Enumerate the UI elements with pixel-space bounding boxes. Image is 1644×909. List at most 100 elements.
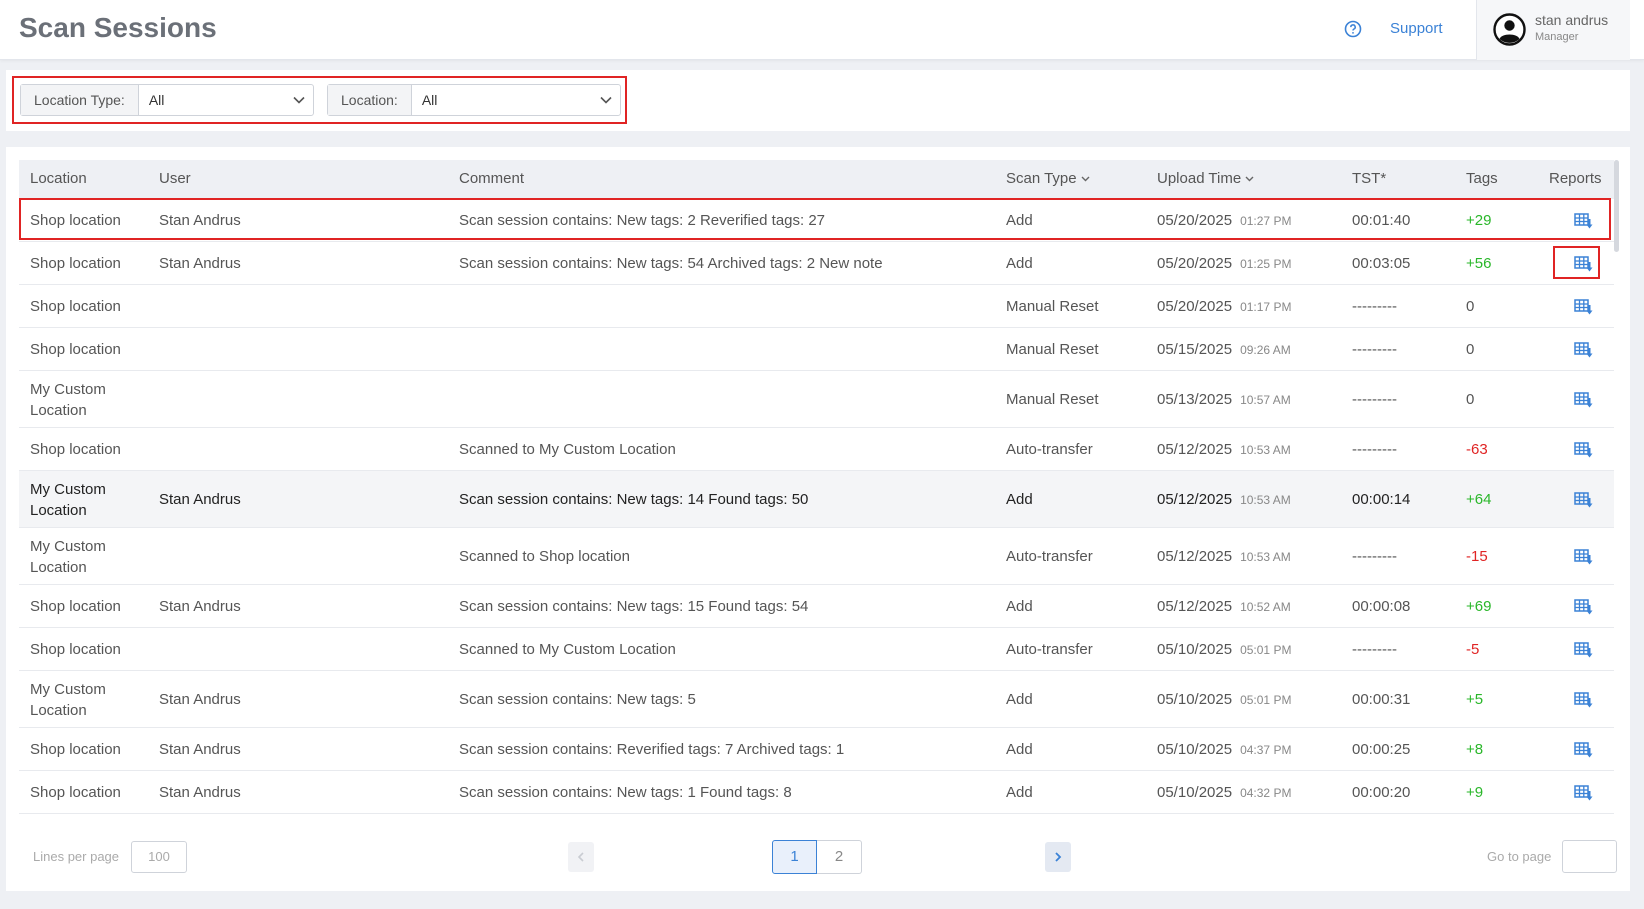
cell-tags: -63 xyxy=(1466,441,1488,458)
page-button-1[interactable]: 1 xyxy=(772,840,817,874)
cell-upload-time: 05/12/2025 10:53 AM xyxy=(1157,491,1291,508)
cell-location: My Custom Location xyxy=(30,538,106,576)
scrollbar[interactable] xyxy=(1614,160,1619,252)
page-button-2[interactable]: 2 xyxy=(817,840,862,874)
cell-scan-type: Add xyxy=(1006,691,1033,708)
cell-tags: +69 xyxy=(1466,598,1492,615)
download-report-icon[interactable] xyxy=(1574,212,1594,230)
column-header-tags: Tags xyxy=(1466,170,1498,187)
support-link[interactable]: Support xyxy=(1390,20,1443,37)
cell-location: My Custom Location xyxy=(30,381,106,419)
download-report-icon[interactable] xyxy=(1574,641,1594,659)
cell-tags: 0 xyxy=(1466,298,1475,315)
cell-location: Shop location xyxy=(30,641,121,658)
cell-tst: 00:00:14 xyxy=(1352,491,1411,508)
cell-tags: +64 xyxy=(1466,491,1492,508)
column-header-tst: TST* xyxy=(1352,170,1387,187)
cell-tst: 00:00:25 xyxy=(1352,741,1411,758)
cell-location: Shop location xyxy=(30,255,121,272)
upload-time: 10:53 AM xyxy=(1240,550,1291,564)
cell-comment: Scanned to My Custom Location xyxy=(459,441,676,458)
download-report-icon[interactable] xyxy=(1574,255,1594,273)
cell-user: Stan Andrus xyxy=(159,598,241,615)
download-report-icon[interactable] xyxy=(1574,391,1594,409)
table-row[interactable]: Shop location Scanned to My Custom Locati… xyxy=(19,428,1614,471)
table-row[interactable]: Shop location Stan Andrus Scan session con… xyxy=(19,771,1614,814)
cell-upload-time: 05/12/2025 10:53 AM xyxy=(1157,548,1291,565)
download-report-icon[interactable] xyxy=(1574,741,1594,759)
lines-per-page-input[interactable]: 100 xyxy=(131,841,187,873)
next-page-button[interactable] xyxy=(1045,842,1071,872)
table-row[interactable]: My Custom Location Stan Andrus Scan sessio… xyxy=(19,471,1614,528)
upload-date: 05/10/2025 xyxy=(1157,641,1233,658)
column-header-scan-type[interactable]: Scan Type xyxy=(1006,170,1090,187)
upload-date: 05/20/2025 xyxy=(1157,255,1233,272)
download-report-icon[interactable] xyxy=(1574,491,1594,509)
column-header-comment: Comment xyxy=(459,170,525,187)
help-icon[interactable] xyxy=(1344,20,1362,38)
sort-chevron-icon xyxy=(1245,176,1254,182)
cell-comment: Scan session contains: New tags: 1 Found… xyxy=(459,784,792,801)
table-row[interactable]: Shop location Stan Andrus Scan session con… xyxy=(19,242,1614,285)
cell-scan-type: Add xyxy=(1006,598,1033,615)
download-report-icon[interactable] xyxy=(1574,341,1594,359)
cell-scan-type: Add xyxy=(1006,491,1033,508)
cell-tst: --------- xyxy=(1352,298,1397,315)
cell-user: Stan Andrus xyxy=(159,491,241,508)
table-row[interactable]: My Custom Location Stan Andrus Scan sessio… xyxy=(19,671,1614,728)
cell-upload-time: 05/13/2025 10:57 AM xyxy=(1157,391,1291,408)
chevron-left-icon xyxy=(577,852,584,862)
cell-upload-time: 05/20/2025 01:27 PM xyxy=(1157,212,1291,229)
table-row[interactable]: Shop location Manual Reset --------- 0 05/15… xyxy=(19,328,1614,371)
cell-comment: Scanned to Shop location xyxy=(459,548,630,565)
cell-comment: Scan session contains: New tags: 5 xyxy=(459,691,696,708)
column-header-reports: Reports xyxy=(1549,170,1602,187)
filter-highlight-box xyxy=(12,76,627,124)
column-header-location: Location xyxy=(30,170,87,187)
table-row[interactable]: Shop location Stan Andrus Scan session con… xyxy=(19,199,1614,242)
upload-date: 05/10/2025 xyxy=(1157,741,1233,758)
lines-per-page-label: Lines per page xyxy=(33,849,120,864)
column-header-upload-time[interactable]: Upload Time xyxy=(1157,170,1254,187)
upload-date: 05/12/2025 xyxy=(1157,491,1233,508)
table-row[interactable]: My Custom Location Scanned to Shop locati… xyxy=(19,528,1614,585)
user-menu[interactable]: stan andrus Manager xyxy=(1476,0,1630,60)
table-row[interactable]: Shop location Stan Andrus Scan session con… xyxy=(19,585,1614,628)
download-report-icon[interactable] xyxy=(1574,441,1594,459)
go-to-page-input[interactable] xyxy=(1562,840,1617,873)
cell-tags: +9 xyxy=(1466,784,1484,801)
cell-tst: --------- xyxy=(1352,391,1397,408)
upload-date: 05/13/2025 xyxy=(1157,391,1233,408)
cell-scan-type: Auto-transfer xyxy=(1006,548,1093,565)
page-title: Scan Sessions xyxy=(19,12,217,43)
cell-scan-type: Manual Reset xyxy=(1006,341,1099,358)
upload-time: 09:26 AM xyxy=(1240,343,1291,357)
column-header-user: User xyxy=(159,170,191,187)
cell-upload-time: 05/20/2025 01:17 PM xyxy=(1157,298,1291,315)
cell-tst: --------- xyxy=(1352,548,1397,565)
table-row[interactable]: Shop location Manual Reset --------- 0 05/20… xyxy=(19,285,1614,328)
table-row[interactable]: Shop location Stan Andrus Scan session con… xyxy=(19,728,1614,771)
download-report-icon[interactable] xyxy=(1574,784,1594,802)
cell-comment: Scan session contains: New tags: 15 Foun… xyxy=(459,598,809,615)
download-report-icon[interactable] xyxy=(1574,548,1594,566)
previous-page-button[interactable] xyxy=(568,842,594,872)
cell-scan-type: Add xyxy=(1006,255,1033,272)
cell-tags: 0 xyxy=(1466,341,1475,358)
table-header: Location User Comment Scan Type Upload T… xyxy=(19,160,1614,199)
cell-scan-type: Auto-transfer xyxy=(1006,441,1093,458)
table-row[interactable]: My Custom Location Manual Reset --------- 0… xyxy=(19,371,1614,428)
cell-comment: Scan session contains: New tags: 14 Foun… xyxy=(459,491,809,508)
cell-location: My Custom Location xyxy=(30,681,106,719)
table-row[interactable]: Shop location Scanned to My Custom Locati… xyxy=(19,628,1614,671)
sort-chevron-icon xyxy=(1081,176,1090,182)
upload-date: 05/20/2025 xyxy=(1157,298,1233,315)
column-header-scan-type-label: Scan Type xyxy=(1006,170,1077,187)
cell-location: My Custom Location xyxy=(30,481,106,519)
upload-date: 05/15/2025 xyxy=(1157,341,1233,358)
download-report-icon[interactable] xyxy=(1574,598,1594,616)
cell-tags: +29 xyxy=(1466,212,1492,229)
cell-tst: --------- xyxy=(1352,441,1397,458)
download-report-icon[interactable] xyxy=(1574,298,1594,316)
download-report-icon[interactable] xyxy=(1574,691,1594,709)
